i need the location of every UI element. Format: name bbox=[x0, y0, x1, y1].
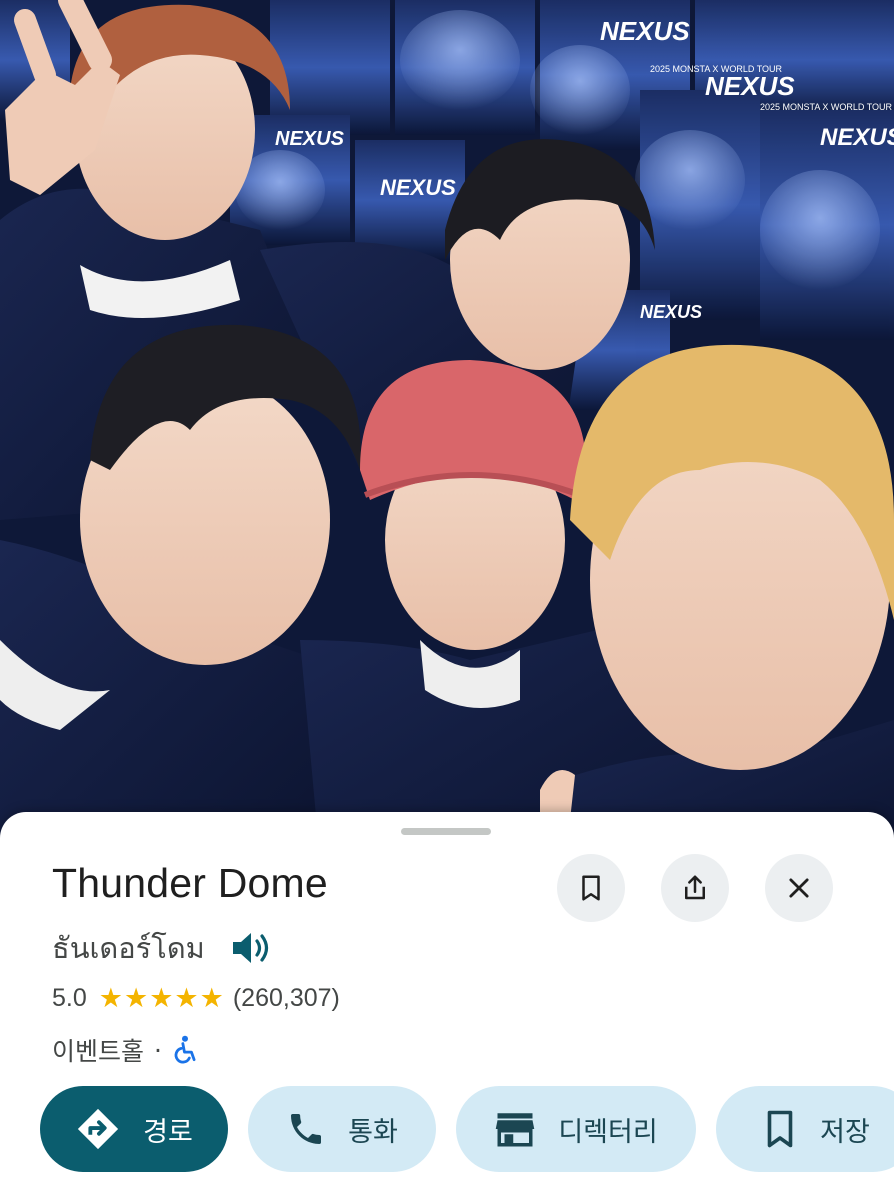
share-button[interactable] bbox=[661, 854, 729, 922]
action-chips: 경로 통화 디렉터리 저장 bbox=[40, 1086, 894, 1172]
speaker-icon bbox=[232, 933, 268, 963]
pronounce-button[interactable] bbox=[231, 930, 271, 966]
poster-tour-text: 2025 MONSTA X WORLD TOUR bbox=[760, 102, 893, 112]
star-icon: ★ bbox=[149, 982, 174, 1013]
bookmark-icon bbox=[762, 1109, 798, 1149]
directions-icon bbox=[75, 1106, 121, 1152]
native-name-row: ธันเดอร์โดม bbox=[52, 924, 271, 972]
poster-logo: NEXUS bbox=[600, 16, 690, 46]
place-title: Thunder Dome bbox=[52, 860, 328, 906]
directory-label: 디렉터리 bbox=[558, 1116, 658, 1148]
poster-logo: NEXUS bbox=[275, 128, 345, 150]
maps-screen: NEXUS NEXUS NEXUS NEXUS NEXUS NEXUS 2025… bbox=[0, 0, 894, 1200]
wheelchair-accessible-icon bbox=[174, 1035, 196, 1064]
directions-button[interactable]: 경로 bbox=[40, 1086, 228, 1172]
place-photo[interactable]: NEXUS NEXUS NEXUS NEXUS NEXUS NEXUS 2025… bbox=[0, 0, 894, 860]
poster-logo: NEXUS bbox=[640, 302, 702, 322]
separator: · bbox=[154, 1035, 162, 1065]
close-icon bbox=[789, 878, 809, 898]
native-place-name: ธันเดอร์โดม bbox=[52, 931, 205, 965]
poster-logo: NEXUS bbox=[820, 124, 894, 151]
star-icon: ★ bbox=[98, 982, 123, 1013]
category-row: 이벤트홀 · bbox=[52, 1028, 198, 1072]
poster-tour-text: 2025 MONSTA X WORLD TOUR bbox=[650, 64, 783, 74]
share-icon bbox=[685, 875, 705, 900]
directions-label: 경로 bbox=[143, 1116, 193, 1148]
review-count[interactable]: (260,307) bbox=[233, 984, 340, 1013]
directory-button[interactable]: 디렉터리 bbox=[456, 1086, 696, 1172]
rating-value: 5.0 bbox=[52, 983, 87, 1012]
person-5 bbox=[540, 344, 894, 860]
rating-row[interactable]: 5.0 ★ ★ ★ ★ ★ (260,307) bbox=[52, 978, 340, 1018]
place-category: 이벤트홀 bbox=[52, 1037, 145, 1066]
place-bottom-sheet[interactable]: Thunder Dome ธันเดอร์โดม 5.0 ★ ★ ★ ★ ★ (… bbox=[0, 812, 894, 1200]
save-place-button[interactable] bbox=[557, 854, 625, 922]
storefront-icon bbox=[494, 1109, 536, 1149]
bookmark-icon bbox=[582, 875, 600, 901]
poster-logo: NEXUS bbox=[705, 71, 795, 101]
poster-logo: NEXUS bbox=[380, 175, 456, 200]
star-icon: ★ bbox=[199, 982, 224, 1013]
call-label: 통화 bbox=[348, 1116, 398, 1148]
call-button[interactable]: 통화 bbox=[248, 1086, 436, 1172]
save-label: 저장 bbox=[820, 1116, 870, 1148]
star-rating: ★ ★ ★ ★ ★ bbox=[98, 982, 225, 1013]
star-icon: ★ bbox=[123, 982, 149, 1013]
phone-icon bbox=[286, 1109, 326, 1149]
save-button[interactable]: 저장 bbox=[716, 1086, 894, 1172]
star-icon: ★ bbox=[174, 982, 199, 1013]
drag-handle[interactable] bbox=[401, 828, 491, 835]
close-button[interactable] bbox=[765, 854, 833, 922]
group-selfie-illustration: NEXUS NEXUS NEXUS NEXUS NEXUS NEXUS 2025… bbox=[0, 0, 894, 860]
